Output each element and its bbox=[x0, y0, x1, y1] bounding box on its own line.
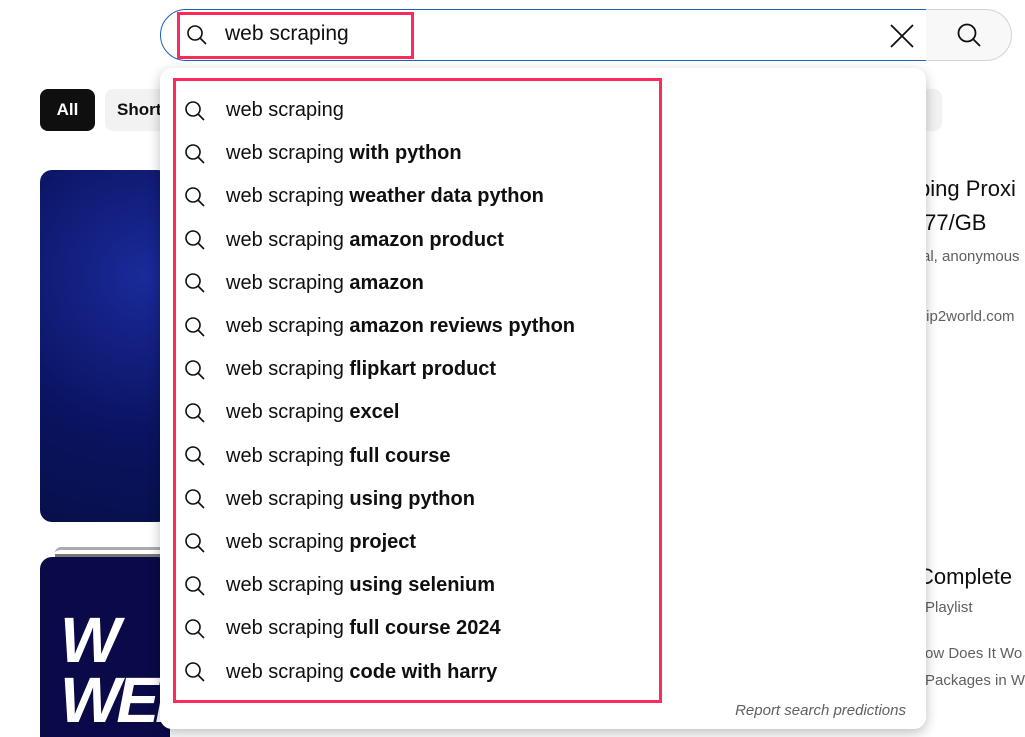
suggestion-item[interactable]: web scraping with python bbox=[184, 132, 654, 175]
suggestion-completion: amazon reviews python bbox=[343, 315, 576, 337]
ad-domain[interactable]: .ip2world.com bbox=[922, 308, 1015, 325]
search-icon bbox=[185, 489, 205, 509]
search-icon bbox=[957, 23, 981, 47]
playlist-stack bbox=[55, 547, 170, 557]
suggestion-prefix: web scraping bbox=[226, 531, 344, 553]
suggestion-item[interactable]: web scraping using selenium bbox=[184, 564, 654, 607]
suggestion-prefix: web scraping bbox=[226, 358, 344, 381]
search-icon bbox=[185, 273, 205, 293]
suggestion-item[interactable]: web scraping bbox=[184, 89, 654, 132]
suggestion-completion: full course bbox=[343, 444, 451, 467]
suggestions-dropdown: web scraping web scraping with python web … bbox=[160, 68, 926, 729]
suggestion-prefix: web scraping bbox=[226, 487, 344, 510]
suggestion-item[interactable]: web scraping flipkart product bbox=[184, 348, 654, 391]
search-icon bbox=[185, 187, 205, 207]
search-icon bbox=[185, 662, 205, 682]
suggestion-prefix: web scraping bbox=[226, 660, 344, 683]
suggestion-prefix: web scraping bbox=[226, 315, 344, 337]
search-icon bbox=[185, 100, 205, 121]
search-icon bbox=[185, 143, 205, 164]
suggestion-prefix: web scraping bbox=[226, 574, 344, 597]
suggestion-item[interactable]: web scraping weather data python bbox=[184, 175, 654, 218]
suggestion-item[interactable]: web scraping amazon product bbox=[184, 219, 654, 262]
suggestion-prefix: web scraping bbox=[226, 617, 344, 640]
search-button[interactable] bbox=[926, 9, 1012, 61]
suggestion-completion: with python bbox=[343, 142, 462, 165]
search-icon bbox=[185, 575, 205, 596]
search-icon bbox=[185, 316, 205, 337]
suggestion-completion: amazon product bbox=[343, 228, 504, 251]
suggestion-item[interactable]: web scraping amazon reviews python bbox=[184, 305, 654, 348]
ad-title-2[interactable]: .77/GB bbox=[918, 210, 986, 236]
video-thumbnail[interactable] bbox=[40, 170, 170, 522]
suggestion-completion: using python bbox=[343, 487, 475, 510]
playlist-label: Playlist bbox=[925, 599, 973, 616]
ad-title[interactable]: ping Proxi bbox=[918, 176, 1016, 202]
suggestion-prefix: web scraping bbox=[226, 142, 344, 165]
suggestion-prefix: web scraping bbox=[226, 401, 344, 424]
suggestion-item[interactable]: web scraping excel bbox=[184, 391, 654, 434]
search-icon bbox=[185, 532, 205, 553]
suggestion-item[interactable]: web scraping code with harry bbox=[184, 651, 654, 694]
search-icon bbox=[185, 230, 205, 250]
playlist-item-2[interactable]: Packages in W bbox=[925, 672, 1025, 689]
suggestion-completion: flipkart product bbox=[343, 358, 497, 381]
search-icon bbox=[185, 619, 205, 639]
suggestion-item[interactable]: web scraping full course bbox=[184, 435, 654, 478]
suggestion-completion: full course 2024 bbox=[343, 617, 501, 640]
search-icon bbox=[185, 403, 205, 423]
highlight-box bbox=[177, 12, 414, 59]
suggestion-completion: code with harry bbox=[343, 660, 498, 683]
suggestion-completion: excel bbox=[343, 401, 400, 424]
suggestion-prefix: web scraping bbox=[226, 444, 344, 467]
chip-all[interactable]: All bbox=[40, 89, 95, 131]
search-icon bbox=[185, 446, 205, 466]
suggestion-completion: using selenium bbox=[343, 574, 495, 597]
suggestion-item[interactable]: web scraping using python bbox=[184, 478, 654, 521]
suggestion-item[interactable]: web scraping project bbox=[184, 521, 654, 564]
close-icon[interactable] bbox=[888, 22, 916, 50]
suggestion-prefix: web scraping bbox=[226, 185, 344, 208]
suggestion-prefix: web scraping bbox=[226, 99, 344, 121]
suggestion-completion: project bbox=[343, 531, 417, 553]
suggestion-completion: amazon bbox=[343, 271, 424, 294]
ad-description: al, anonymous bbox=[922, 248, 1020, 265]
suggestion-prefix: web scraping bbox=[226, 271, 344, 294]
suggestion-completion: weather data python bbox=[343, 185, 544, 208]
suggestion-item[interactable]: web scraping full course 2024 bbox=[184, 607, 654, 650]
playlist-item-1[interactable]: ow Does It Wo bbox=[925, 645, 1022, 662]
suggestion-prefix: web scraping bbox=[226, 228, 344, 251]
suggestion-item[interactable]: web scraping amazon bbox=[184, 262, 654, 305]
search-icon bbox=[185, 359, 205, 380]
report-predictions-link[interactable]: Report search predictions bbox=[735, 702, 906, 719]
playlist-title[interactable]: Complete bbox=[918, 564, 1012, 590]
